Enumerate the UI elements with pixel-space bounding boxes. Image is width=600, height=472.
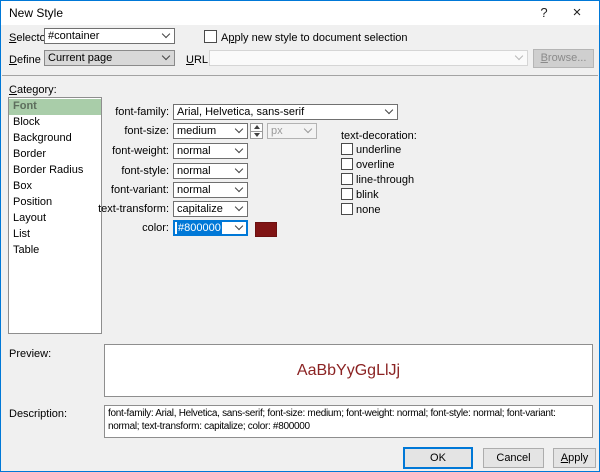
separator-line [2, 75, 598, 76]
chevron-down-icon [235, 145, 243, 153]
category-label: Category: [9, 84, 57, 96]
close-icon[interactable]: × [562, 3, 592, 22]
browse-button: Browse... [533, 49, 594, 68]
font-size-value: medium [177, 125, 216, 137]
font-size-unit-value: px [271, 125, 283, 137]
arrow-down-icon [254, 133, 260, 137]
dialog-title: New Style [9, 6, 63, 20]
font-weight-value: normal [177, 145, 211, 157]
description-panel: font-family: Arial, Helvetica, sans-seri… [104, 405, 593, 438]
apply-button[interactable]: Apply [553, 448, 596, 468]
url-combobox [209, 50, 528, 66]
underline-label: underline [356, 144, 401, 156]
font-weight-combobox[interactable]: normal [173, 143, 248, 159]
font-family-combobox[interactable]: Arial, Helvetica, sans-serif [173, 104, 398, 120]
font-family-label: font-family: [41, 106, 169, 118]
line-through-checkbox[interactable] [341, 173, 353, 185]
blink-label: blink [356, 189, 379, 201]
font-style-value: normal [177, 165, 211, 177]
new-style-dialog: New Style ? × Selector: #container Apply… [0, 0, 600, 472]
chevron-down-icon [235, 165, 243, 173]
font-weight-label: font-weight: [41, 145, 169, 157]
category-item-table[interactable]: Table [9, 243, 101, 259]
font-size-label: font-size: [41, 125, 169, 137]
spinner-down-button[interactable] [250, 132, 263, 140]
font-style-label: font-style: [41, 165, 169, 177]
blink-checkbox[interactable] [341, 188, 353, 200]
font-variant-label: font-variant: [41, 184, 169, 196]
color-label: color: [41, 222, 169, 234]
chevron-down-icon [162, 52, 170, 60]
color-combobox[interactable]: #800000 [173, 220, 248, 236]
font-family-value: Arial, Helvetica, sans-serif [177, 106, 304, 118]
apply-to-selection-checkbox[interactable] [204, 30, 217, 43]
overline-checkbox[interactable] [341, 158, 353, 170]
chevron-down-icon [235, 203, 243, 211]
none-label: none [356, 204, 380, 216]
chevron-down-icon [235, 222, 243, 230]
color-value: #800000 [177, 221, 222, 235]
chevron-down-icon [235, 184, 243, 192]
font-size-combobox[interactable]: medium [173, 123, 248, 139]
arrow-up-icon [254, 125, 260, 129]
define-in-combobox[interactable]: Current page [44, 50, 175, 66]
ok-button[interactable]: OK [403, 447, 473, 469]
url-label: URL: [186, 54, 211, 66]
font-size-unit-combobox: px [267, 123, 317, 139]
chevron-down-icon [162, 30, 170, 38]
preview-sample-text: AaBbYyGgLlJj [297, 362, 400, 380]
underline-checkbox[interactable] [341, 143, 353, 155]
apply-to-selection-label: Apply new style to document selection [221, 32, 408, 44]
text-decoration-label: text-decoration: [341, 130, 417, 142]
spinner-up-button[interactable] [250, 123, 263, 132]
define-in-value: Current page [48, 52, 112, 64]
title-bar: New Style ? × [1, 1, 599, 25]
description-label: Description: [9, 408, 67, 420]
text-transform-combobox[interactable]: capitalize [173, 201, 248, 217]
text-transform-label: text-transform: [41, 203, 169, 215]
chevron-down-icon [304, 125, 312, 133]
font-size-stepper [250, 123, 263, 139]
selector-value: #container [48, 30, 99, 42]
chevron-down-icon [515, 52, 523, 60]
preview-panel: AaBbYyGgLlJj [104, 344, 593, 397]
text-transform-value: capitalize [177, 203, 223, 215]
none-checkbox[interactable] [341, 203, 353, 215]
chevron-down-icon [235, 125, 243, 133]
color-swatch[interactable] [255, 222, 277, 237]
chevron-down-icon [385, 106, 393, 114]
overline-label: overline [356, 159, 395, 171]
font-style-combobox[interactable]: normal [173, 163, 248, 179]
preview-label: Preview: [9, 348, 51, 360]
font-variant-combobox[interactable]: normal [173, 182, 248, 198]
selector-combobox[interactable]: #container [44, 28, 175, 44]
line-through-label: line-through [356, 174, 414, 186]
font-variant-value: normal [177, 184, 211, 196]
cancel-button[interactable]: Cancel [483, 448, 544, 468]
help-icon[interactable]: ? [532, 3, 556, 22]
